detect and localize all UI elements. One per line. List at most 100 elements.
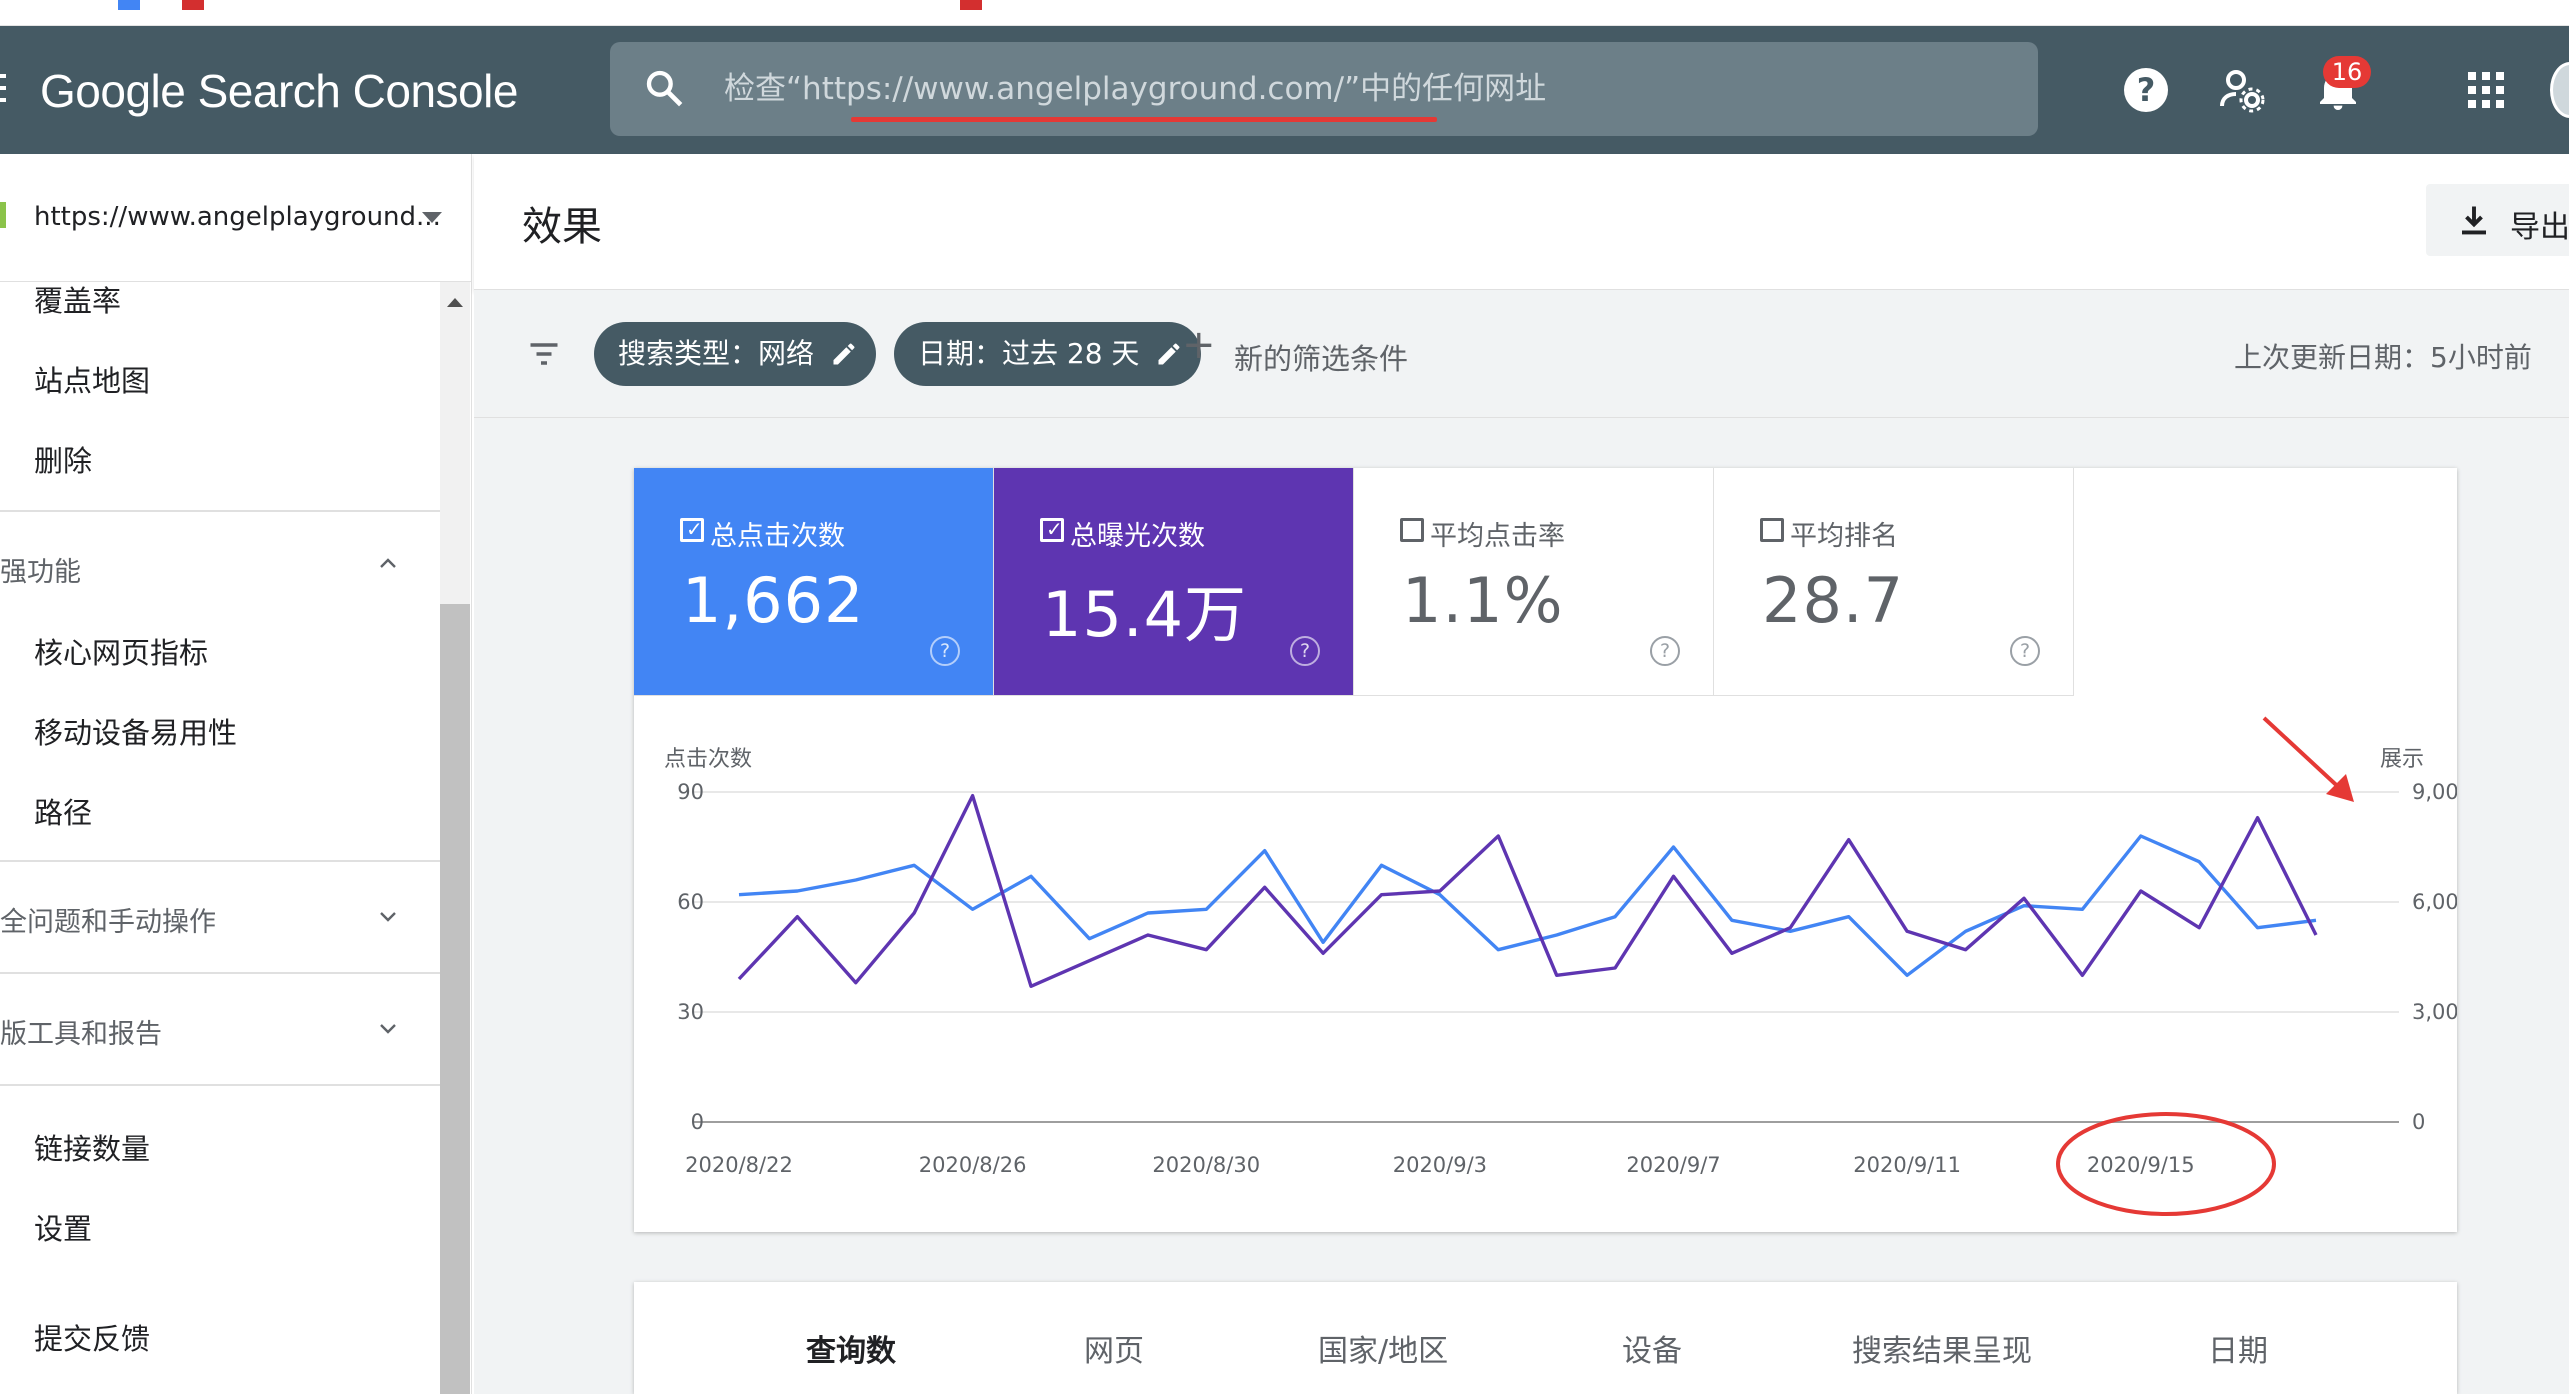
apps-grid-icon[interactable] [2462, 66, 2510, 114]
export-label: 导出 [2510, 210, 2569, 245]
sidebar-item-mobile-usability[interactable]: 移动设备易用性 [34, 710, 237, 752]
divider [0, 510, 440, 512]
search-type-filter-chip[interactable]: 搜索类型：网络 [594, 322, 877, 386]
x-axis-tick-label: 2020/9/7 [1626, 1153, 1720, 1177]
site-favicon-icon [0, 202, 6, 228]
chevron-down-icon[interactable] [376, 904, 400, 928]
sidebar-section-security[interactable]: 全问题和手动操作 [0, 900, 216, 939]
help-circle-icon[interactable]: ? [1650, 636, 1680, 666]
page-header: 效果 导出 [474, 154, 2569, 290]
chip-label: 日期：过去 28 天 [918, 337, 1140, 370]
top-app-bar: Google Search Console ? 16 [0, 26, 2569, 154]
performance-line-chart: 点击次数 展示 90 9,000 60 6,000 30 3,000 0 0 2020/8/2… [664, 716, 2457, 1216]
x-axis-tick-label: 2020/9/11 [1853, 1153, 1961, 1177]
left-axis-tick-label: 90 [677, 780, 704, 804]
tab-search-appearance[interactable]: 搜索结果呈现 [1852, 1326, 2032, 1370]
tab-queries[interactable]: 查询数 [806, 1326, 896, 1370]
right-axis-tick-label: 9,000 [2412, 780, 2457, 804]
filter-list-icon[interactable] [524, 336, 564, 372]
scroll-up-arrow-icon[interactable] [447, 298, 463, 307]
bookmark-icon[interactable] [182, 0, 204, 10]
sidebar-item-settings[interactable]: 设置 [34, 1206, 92, 1248]
notification-count-badge: 16 [2323, 56, 2371, 88]
help-icon[interactable]: ? [2122, 66, 2170, 114]
right-axis-label: 展示 [2380, 747, 2424, 772]
help-circle-icon[interactable]: ? [2010, 636, 2040, 666]
x-axis-tick-label: 2020/8/22 [685, 1153, 793, 1177]
search-input[interactable] [724, 66, 1924, 112]
divider [0, 1084, 440, 1086]
metric-label: 总点击次数 [710, 521, 845, 552]
add-filter-label: 新的筛选条件 [1234, 342, 1409, 376]
metric-total-impressions[interactable]: ✓ 总曝光次数 15.4万 ? [994, 468, 1354, 696]
bookmark-icon[interactable] [118, 0, 140, 10]
sidebar-item-feedback[interactable]: 提交反馈 [34, 1316, 150, 1358]
metric-value: 15.4万 [1042, 578, 1248, 651]
series-line [737, 793, 2318, 988]
chevron-up-icon[interactable] [376, 552, 400, 576]
menu-icon[interactable] [0, 74, 6, 106]
download-icon [2462, 206, 2486, 235]
metric-value: 1.1% [1402, 564, 1564, 637]
metric-average-position[interactable]: 平均排名 28.7 ? [1714, 468, 2074, 696]
property-selector[interactable]: https://www.angelplayground... [0, 154, 472, 282]
sidebar-item-coverage[interactable]: 覆盖率 [34, 278, 121, 320]
sidebar-item-removals[interactable]: 删除 [34, 438, 92, 480]
dimension-tabs: 查询数 网页 国家/地区 设备 搜索结果呈现 日期 [634, 1282, 2457, 1394]
checkbox-checked-icon[interactable]: ✓ [680, 518, 704, 542]
metric-label: 总曝光次数 [1070, 521, 1205, 552]
last-updated-text: 上次更新日期：5小时前 [2234, 341, 2532, 374]
chip-label: 搜索类型：网络 [618, 337, 815, 370]
tab-pages[interactable]: 网页 [1084, 1326, 1144, 1370]
tab-devices[interactable]: 设备 [1622, 1326, 1682, 1370]
metric-total-clicks[interactable]: ✓ 总点击次数 1,662 ? [634, 468, 994, 696]
tab-dates[interactable]: 日期 [2208, 1326, 2268, 1370]
checkbox-unchecked-icon[interactable] [1400, 518, 1424, 542]
x-axis-tick-label: 2020/8/30 [1152, 1153, 1260, 1177]
sidebar-item-breadcrumbs[interactable]: 路径 [34, 790, 92, 832]
sidebar-item-core-web-vitals[interactable]: 核心网页指标 [34, 630, 208, 672]
left-axis-label: 点击次数 [664, 747, 752, 772]
sidebar-section-enhancements[interactable]: 强功能 [0, 550, 81, 589]
svg-text:?: ? [2137, 71, 2156, 109]
metric-average-ctr[interactable]: 平均点击率 1.1% ? [1354, 468, 1714, 696]
x-axis-tick-label: 2020/8/26 [919, 1153, 1027, 1177]
plus-icon: + [1182, 322, 1216, 368]
annotation-underline [851, 117, 1437, 122]
filter-bar: 搜索类型：网络 日期：过去 28 天 + 新的筛选条件 上次更新日期：5小时前 [474, 290, 2569, 418]
browser-bookmarks-bar [0, 0, 2569, 26]
tab-countries[interactable]: 国家/地区 [1318, 1326, 1448, 1370]
left-axis-tick-label: 60 [677, 890, 704, 914]
right-axis-tick-label: 0 [2412, 1110, 2425, 1134]
divider [0, 972, 440, 974]
bookmark-icon[interactable] [960, 0, 982, 10]
add-filter-button[interactable]: + 新的筛选条件 [1182, 322, 1409, 378]
annotation-arrow [2262, 716, 2348, 796]
app-logo[interactable]: Google Search Console [40, 64, 518, 118]
user-settings-icon[interactable] [2218, 66, 2266, 114]
search-icon [646, 70, 683, 107]
right-axis-tick-label: 3,000 [2412, 1000, 2457, 1024]
date-filter-chip[interactable]: 日期：过去 28 天 [894, 322, 1202, 386]
edit-pencil-icon [833, 343, 855, 365]
metric-label: 平均点击率 [1430, 521, 1565, 552]
help-circle-icon[interactable]: ? [930, 636, 960, 666]
sidebar-section-legacy-tools[interactable]: 版工具和报告 [0, 1012, 162, 1051]
x-axis-tick-label: 2020/9/15 [2087, 1153, 2195, 1177]
sidebar-item-sitemaps[interactable]: 站点地图 [34, 358, 150, 400]
url-inspection-search[interactable] [610, 42, 2038, 136]
help-circle-icon[interactable]: ? [1290, 636, 1320, 666]
page-title: 效果 [522, 204, 602, 250]
metric-label: 平均排名 [1790, 521, 1898, 552]
sidebar-scrollbar-thumb[interactable] [440, 604, 470, 1394]
chevron-down-icon[interactable] [422, 212, 442, 223]
chevron-down-icon[interactable] [376, 1016, 400, 1040]
checkbox-unchecked-icon[interactable] [1760, 518, 1784, 542]
metric-value: 28.7 [1762, 564, 1905, 637]
sidebar-nav: https://www.angelplayground... 覆盖率 站点地图 … [0, 154, 472, 1394]
sidebar-item-links[interactable]: 链接数量 [34, 1126, 150, 1168]
export-button[interactable]: 导出 [2426, 184, 2569, 256]
metric-value: 1,662 [682, 564, 865, 637]
avatar[interactable] [2550, 62, 2569, 118]
checkbox-checked-icon[interactable]: ✓ [1040, 518, 1064, 542]
